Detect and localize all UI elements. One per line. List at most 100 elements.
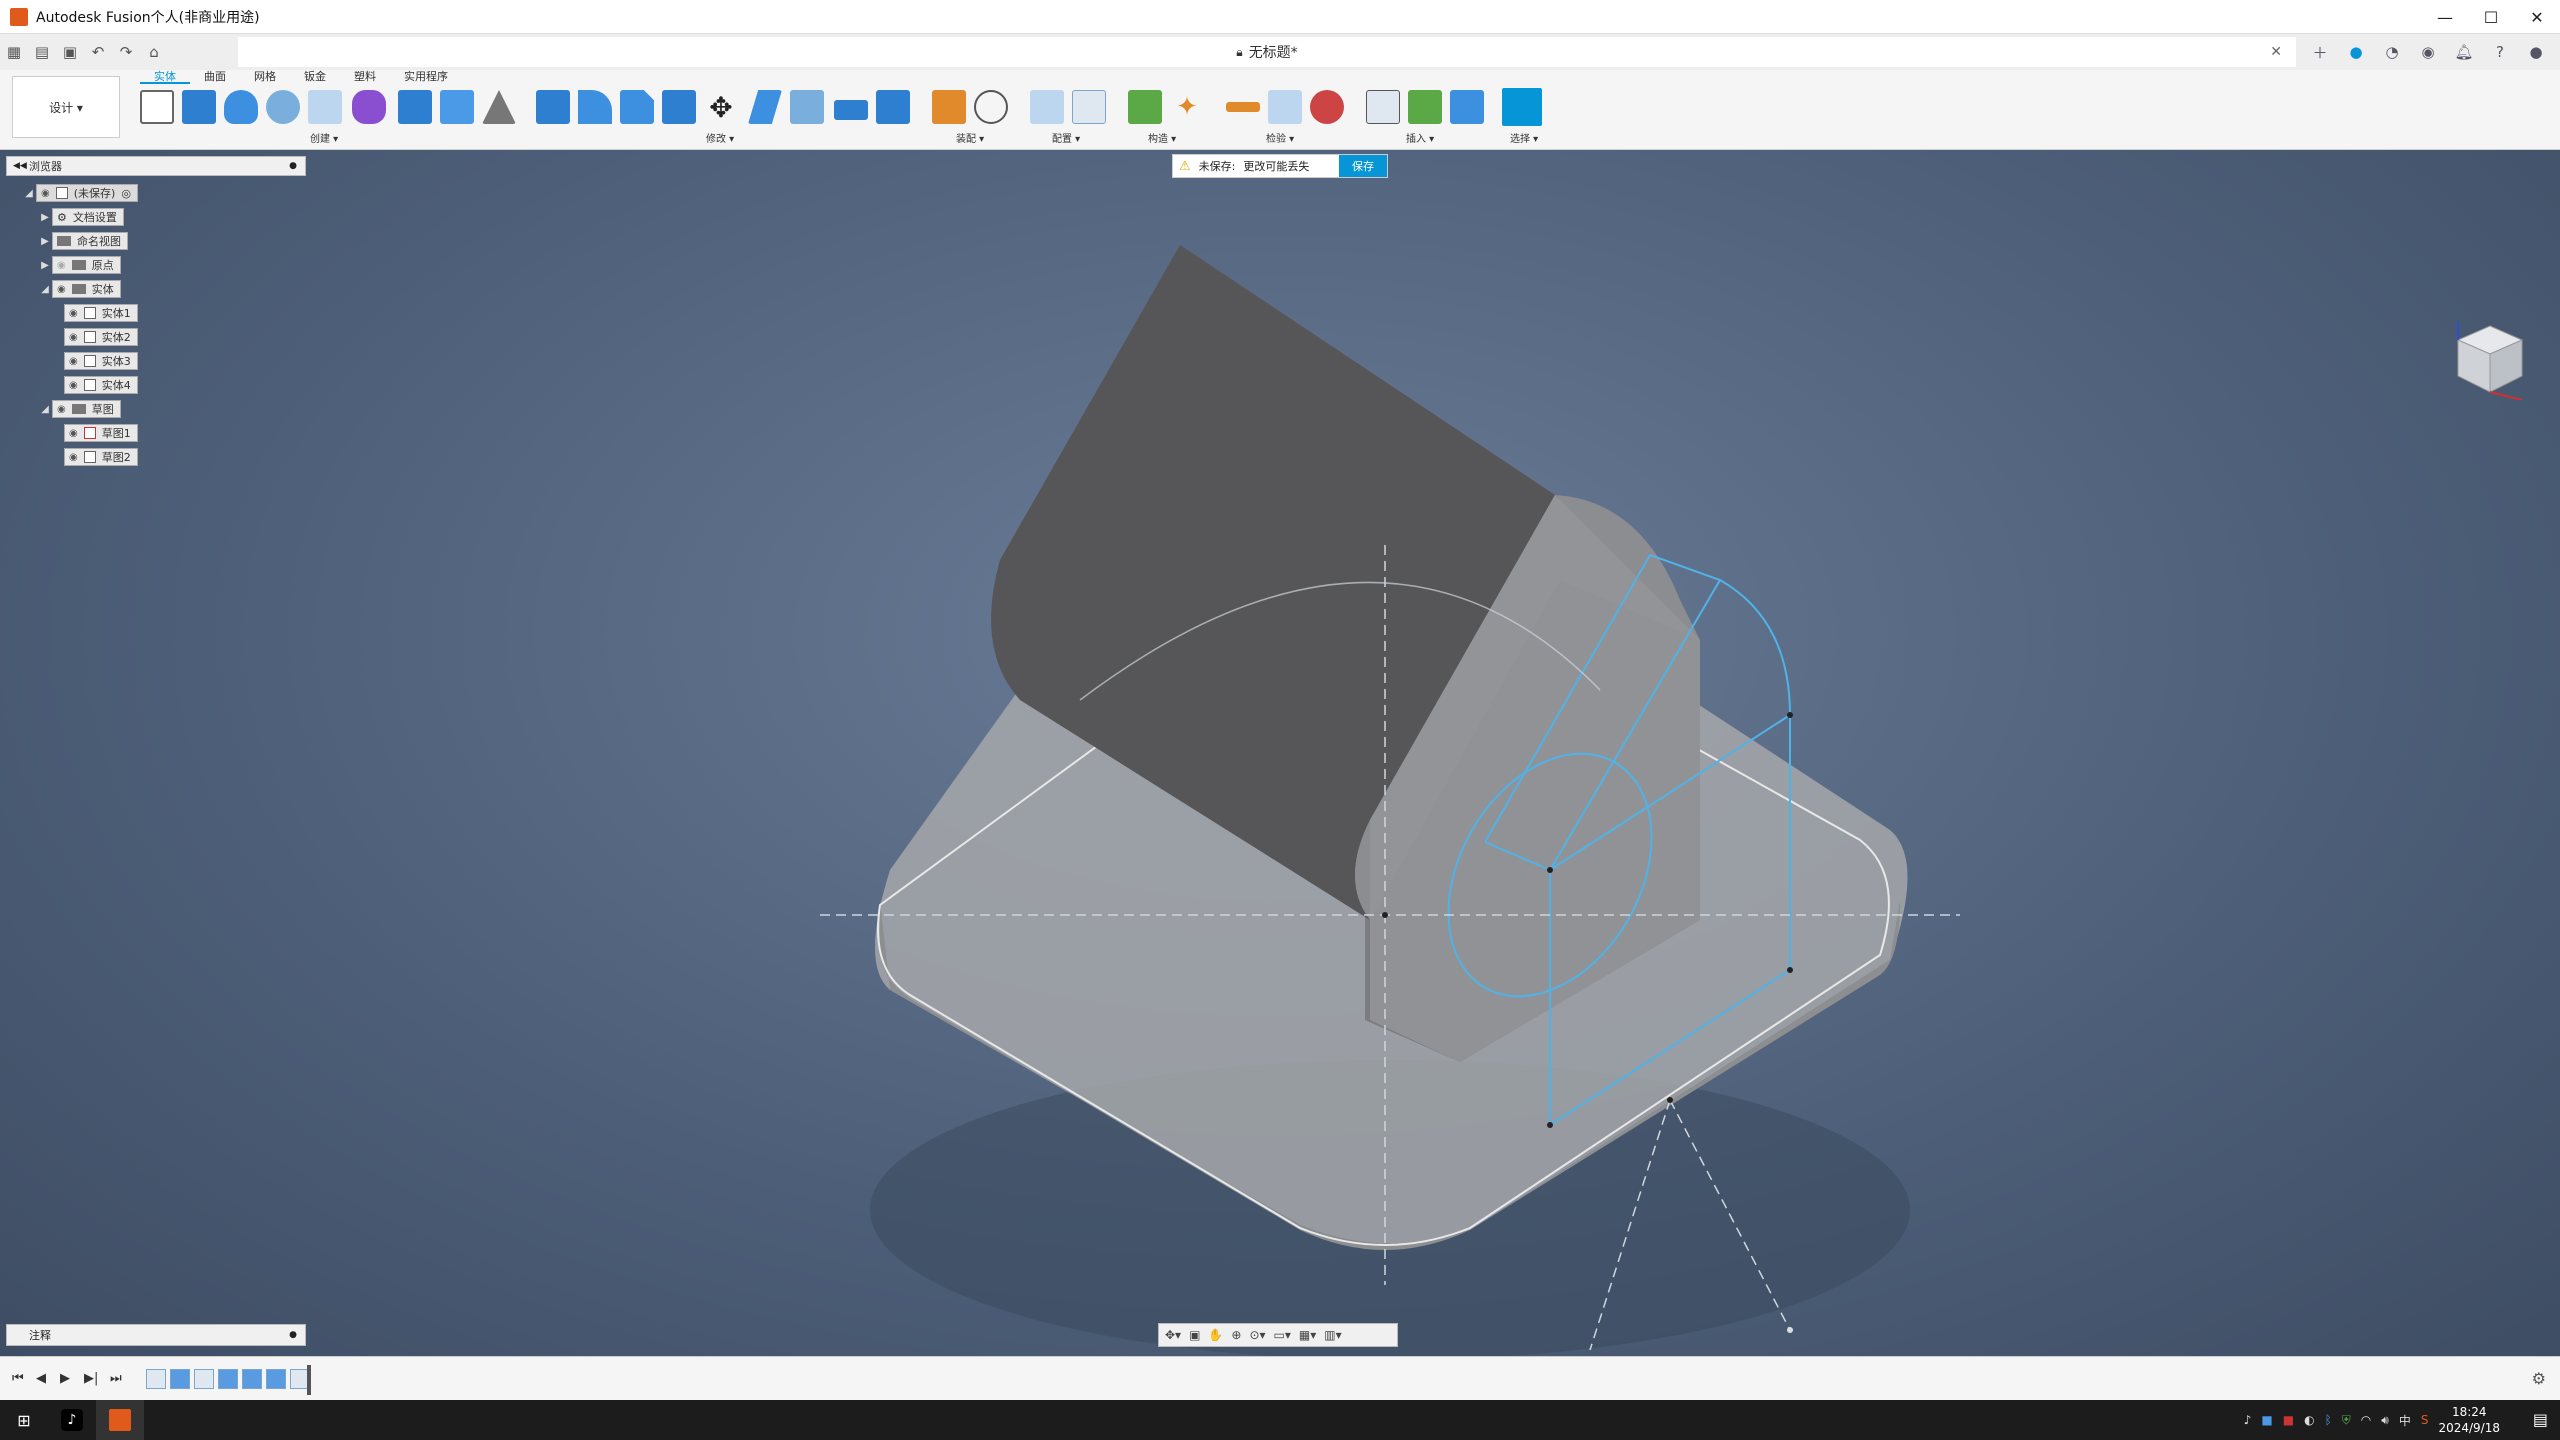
pattern-icon[interactable]: [308, 90, 342, 124]
close-window-icon[interactable]: ✕: [2514, 0, 2560, 34]
point-icon[interactable]: ✦: [1170, 90, 1204, 124]
eye-icon[interactable]: ◉: [69, 332, 78, 343]
tree-item-body3[interactable]: ◉ 实体3: [64, 351, 138, 371]
tray-app-icon[interactable]: ♪: [2244, 1413, 2252, 1427]
3d-viewport[interactable]: [0, 150, 2560, 1360]
minimize-icon[interactable]: —: [2422, 0, 2468, 34]
split-icon[interactable]: [748, 90, 782, 124]
timeline-marker[interactable]: [307, 1365, 311, 1395]
bluetooth-icon[interactable]: ᛒ: [2325, 1413, 2332, 1427]
canvas-icon[interactable]: [1450, 90, 1484, 124]
taskbar-app-fusion[interactable]: [96, 1400, 144, 1440]
move-icon[interactable]: ✥: [704, 90, 738, 124]
notification-center-icon[interactable]: ▤: [2533, 1410, 2548, 1429]
table-icon[interactable]: [1072, 90, 1106, 124]
joint-icon[interactable]: [974, 90, 1008, 124]
mirror-icon[interactable]: [482, 90, 516, 124]
redo-icon[interactable]: ↷: [112, 38, 140, 66]
app-grid-icon[interactable]: ▦: [0, 38, 28, 66]
orbit-icon[interactable]: ✥▾: [1165, 1328, 1181, 1342]
hole-icon[interactable]: [266, 90, 300, 124]
start-icon[interactable]: ⊞: [0, 1400, 48, 1440]
group-configure[interactable]: 配置 ▾: [1052, 130, 1080, 145]
tree-item-document-settings[interactable]: ▶ ⚙ 文档设置: [38, 207, 124, 227]
group-insert[interactable]: 插入 ▾: [1406, 130, 1434, 145]
tab-plastic[interactable]: 塑料: [340, 70, 390, 84]
shell-icon[interactable]: [440, 90, 474, 124]
timeline-sketch-feature[interactable]: [194, 1369, 214, 1389]
wifi-icon[interactable]: ◠: [2361, 1413, 2371, 1427]
expand-arrow-icon[interactable]: ▶: [38, 236, 52, 247]
maximize-icon[interactable]: ☐: [2468, 0, 2514, 34]
file-menu-icon[interactable]: ▤: [28, 38, 56, 66]
group-inspect[interactable]: 检验 ▾: [1266, 130, 1294, 145]
extensions-icon[interactable]: ●: [2342, 38, 2370, 66]
step-back-icon[interactable]: ◀: [36, 1371, 46, 1386]
eye-icon[interactable]: ◉: [57, 404, 66, 415]
save-icon[interactable]: ▣: [56, 38, 84, 66]
expand-arrow-icon[interactable]: ▶: [38, 212, 52, 223]
group-select[interactable]: 选择 ▾: [1510, 130, 1538, 145]
measure-icon[interactable]: [1226, 102, 1260, 112]
extrude-icon[interactable]: [182, 90, 216, 124]
eye-icon[interactable]: ◉: [69, 452, 78, 463]
model-canvas[interactable]: [0, 150, 2560, 1360]
go-to-end-icon[interactable]: ⏭: [110, 1371, 122, 1386]
group-construct[interactable]: 构造 ▾: [1148, 130, 1176, 145]
revolve-icon[interactable]: [224, 90, 258, 124]
tab-sheet-metal[interactable]: 钣金: [290, 70, 340, 84]
offset-icon[interactable]: [876, 90, 910, 124]
offset-plane-icon[interactable]: [1128, 90, 1162, 124]
new-component-icon[interactable]: [932, 90, 966, 124]
pan-icon[interactable]: ✋: [1208, 1328, 1223, 1342]
tray-app-icon[interactable]: S: [2421, 1413, 2429, 1427]
grid-settings-icon[interactable]: ▦▾: [1299, 1328, 1316, 1342]
shell-tool-icon[interactable]: [662, 90, 696, 124]
activate-icon[interactable]: ◎: [121, 187, 131, 200]
eye-icon[interactable]: ◉: [69, 428, 78, 439]
scale-icon[interactable]: [790, 90, 824, 124]
ime-indicator[interactable]: 中: [2399, 1412, 2411, 1429]
play-icon[interactable]: ▶: [60, 1371, 70, 1386]
group-modify[interactable]: 修改 ▾: [706, 130, 734, 145]
tree-item-body4[interactable]: ◉ 实体4: [64, 375, 138, 395]
job-status-icon[interactable]: ◔: [2378, 38, 2406, 66]
collapse-icon[interactable]: ◀◀: [13, 161, 27, 171]
save-button[interactable]: 保存: [1339, 155, 1387, 177]
new-tab-icon[interactable]: ＋: [2306, 38, 2334, 66]
eye-icon[interactable]: ◉: [41, 188, 50, 199]
tree-item-named-views[interactable]: ▶ 命名视图: [38, 231, 128, 251]
eye-icon[interactable]: ◉: [69, 380, 78, 391]
volume-icon[interactable]: 🔊︎: [2381, 1413, 2389, 1428]
zebra-icon[interactable]: [1310, 90, 1344, 124]
collapse-arrow-icon[interactable]: ◢: [38, 284, 52, 295]
section-analysis-icon[interactable]: [1268, 90, 1302, 124]
press-pull-icon[interactable]: [536, 90, 570, 124]
combine-icon[interactable]: [398, 90, 432, 124]
select-tool-button[interactable]: [1502, 88, 1542, 126]
viewcube-icon[interactable]: [2450, 320, 2530, 400]
close-tab-icon[interactable]: ✕: [2270, 44, 2282, 60]
timeline-extrude-feature[interactable]: [242, 1369, 262, 1389]
eye-icon[interactable]: ◉: [69, 308, 78, 319]
taskbar-app-tiktok[interactable]: ♪: [48, 1400, 96, 1440]
eye-hidden-icon[interactable]: ◉: [57, 260, 66, 271]
tree-root[interactable]: ◢ ◉ (未保存) ◎: [22, 183, 138, 203]
zoom-icon[interactable]: ⊕: [1231, 1328, 1241, 1342]
tree-item-sketches[interactable]: ◢ ◉ 草图: [38, 399, 121, 419]
tab-solid[interactable]: 实体: [140, 70, 190, 84]
fillet-icon[interactable]: [578, 90, 612, 124]
pin-icon[interactable]: ●: [289, 161, 297, 171]
group-assemble[interactable]: 装配 ▾: [956, 130, 984, 145]
chamfer-icon[interactable]: [620, 90, 654, 124]
display-settings-icon[interactable]: ▭▾: [1274, 1328, 1291, 1342]
timeline-extrude-feature[interactable]: [170, 1369, 190, 1389]
zoom-window-icon[interactable]: ⊙▾: [1249, 1328, 1265, 1342]
tree-item-sketch1[interactable]: ◉ 草图1: [64, 423, 138, 443]
form-icon[interactable]: [352, 90, 386, 124]
collapse-arrow-icon[interactable]: ◢: [38, 404, 52, 415]
tray-app-icon[interactable]: ■: [2283, 1413, 2294, 1427]
help-icon[interactable]: ?: [2486, 38, 2514, 66]
go-to-start-icon[interactable]: ⏮: [12, 1371, 24, 1386]
group-create[interactable]: 创建 ▾: [310, 130, 338, 145]
